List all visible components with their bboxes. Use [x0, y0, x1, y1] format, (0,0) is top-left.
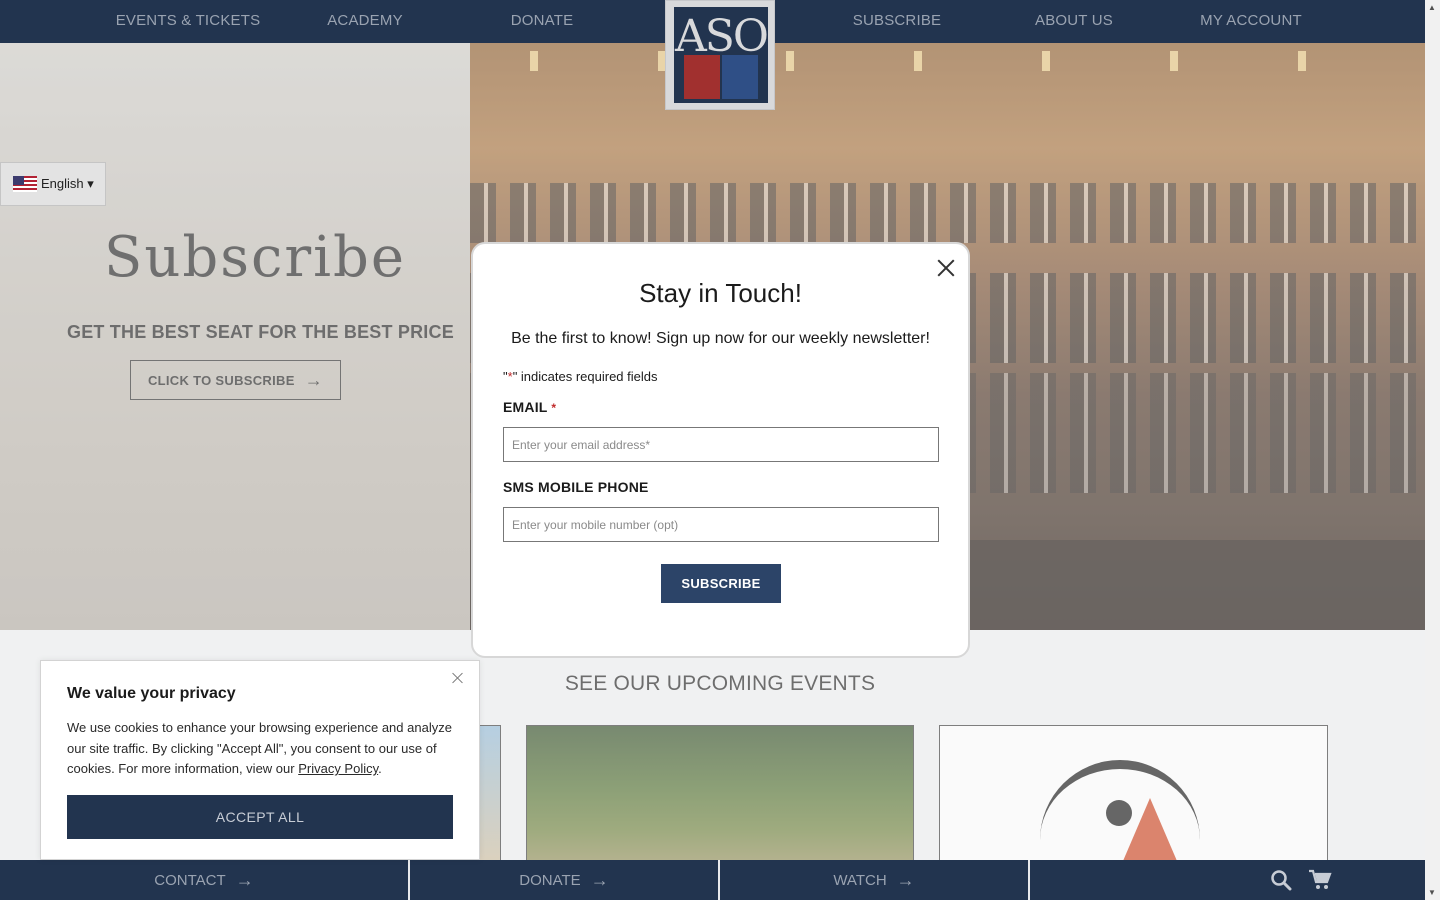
- language-label: English ▾: [41, 176, 94, 191]
- nav-events-tickets[interactable]: EVENTS & TICKETS: [108, 12, 268, 29]
- nav-about-us[interactable]: ABOUT US: [994, 12, 1154, 29]
- scroll-down-icon[interactable]: ▼: [1428, 888, 1436, 897]
- newsletter-modal: Stay in Touch! Be the first to know! Sig…: [471, 242, 970, 658]
- arrow-right-icon: →: [304, 369, 324, 390]
- upcoming-events-heading: SEE OUR UPCOMING EVENTS: [564, 672, 876, 695]
- bottom-contact-label: CONTACT: [154, 871, 226, 889]
- phone-label: SMS MOBILE PHONE: [503, 479, 649, 495]
- cookie-banner: We value your privacy We use cookies to …: [40, 660, 480, 860]
- close-icon[interactable]: [451, 671, 465, 685]
- hero-subtitle: GET THE BEST SEAT FOR THE BEST PRICE: [67, 322, 454, 342]
- email-label: EMAIL *: [503, 399, 556, 415]
- subscribe-button[interactable]: SUBSCRIBE: [661, 564, 781, 603]
- logo-letters: ASO: [675, 11, 769, 62]
- cookie-title: We value your privacy: [67, 685, 236, 702]
- logo-mark: ASO: [674, 7, 769, 103]
- email-required-star: *: [551, 401, 557, 415]
- stage-lights: [470, 51, 1425, 71]
- cookie-body: We use cookies to enhance your browsing …: [67, 720, 452, 776]
- event-card[interactable]: [526, 725, 914, 865]
- bottom-contact-button[interactable]: CONTACT →: [0, 860, 410, 900]
- bottom-watch-label: WATCH: [833, 871, 887, 889]
- scroll-up-icon[interactable]: ▲: [1428, 3, 1436, 12]
- hero-title: Subscribe: [104, 225, 407, 290]
- close-icon[interactable]: [934, 256, 958, 280]
- nav-donate[interactable]: DONATE: [462, 12, 622, 29]
- search-icon[interactable]: [1269, 868, 1293, 892]
- nav-academy[interactable]: ACADEMY: [285, 12, 445, 29]
- modal-title: Stay in Touch!: [639, 278, 802, 308]
- cart-icon[interactable]: [1308, 868, 1332, 892]
- bottom-donate-button[interactable]: DONATE →: [410, 860, 720, 900]
- accept-all-button[interactable]: ACCEPT ALL: [67, 795, 453, 839]
- arrow-right-icon: →: [896, 869, 915, 890]
- click-to-subscribe-button[interactable]: CLICK TO SUBSCRIBE →: [130, 360, 341, 400]
- aso-logo[interactable]: ASO: [665, 0, 775, 110]
- orchestra-back-row: [470, 183, 1425, 243]
- privacy-policy-link[interactable]: Privacy Policy: [298, 761, 378, 776]
- arrow-right-icon: →: [590, 869, 609, 890]
- modal-lead: Be the first to know! Sign up now for ou…: [511, 330, 930, 347]
- email-field[interactable]: [503, 427, 939, 462]
- page-scrollbar[interactable]: ▲ ▼: [1425, 0, 1440, 900]
- required-fields-note: "*" indicates required fields: [503, 369, 658, 384]
- email-label-text: EMAIL: [503, 399, 548, 415]
- cookie-text: We use cookies to enhance your browsing …: [67, 718, 457, 780]
- event-card[interactable]: [939, 725, 1328, 865]
- event-logo-dot: [1106, 800, 1132, 826]
- cookie-period: .: [378, 761, 382, 776]
- language-selector[interactable]: English ▾: [0, 162, 106, 206]
- bottom-donate-label: DONATE: [519, 871, 581, 889]
- bottom-watch-button[interactable]: WATCH →: [720, 860, 1030, 900]
- nav-subscribe[interactable]: SUBSCRIBE: [817, 12, 977, 29]
- hero-button-label: CLICK TO SUBSCRIBE: [147, 372, 295, 388]
- arrow-right-icon: →: [235, 869, 254, 890]
- bottom-bar: CONTACT → DONATE → WATCH →: [0, 860, 1440, 900]
- mobile-phone-field[interactable]: [503, 507, 939, 542]
- nav-my-account[interactable]: MY ACCOUNT: [1171, 12, 1331, 29]
- us-flag-icon: [13, 176, 37, 192]
- required-note-text: " indicates required fields: [512, 369, 658, 384]
